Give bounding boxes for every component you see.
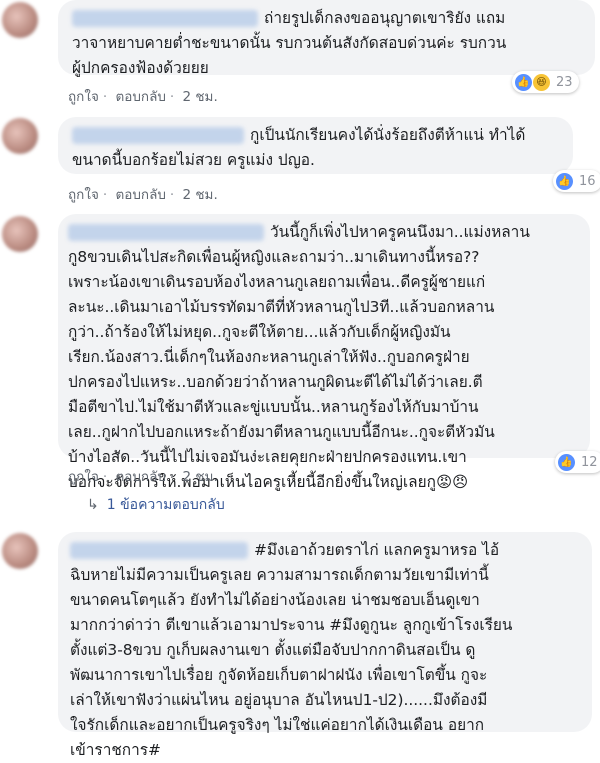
like-icon: 👍 bbox=[556, 172, 573, 190]
reaction-count: 12 bbox=[581, 454, 598, 470]
comment-time[interactable]: 2 ชม. bbox=[183, 469, 218, 485]
reaction-summary[interactable]: 👍 12 bbox=[555, 451, 600, 473]
like-button[interactable]: ถูกใจ bbox=[68, 89, 99, 105]
commenter-name[interactable] bbox=[68, 224, 264, 241]
reaction-count: 23 bbox=[556, 74, 573, 90]
comment-bubble: วันนี้กูก็เพิ่งไปหาครูคนนึงมา..แม่งหลาน … bbox=[58, 214, 590, 491]
comment-bubble: ถ่ายรูปเด็กลงขออนุญาตเขาริยัง แถม วาจาหย… bbox=[58, 0, 595, 77]
reply-button[interactable]: ตอบกลับ bbox=[115, 187, 165, 203]
comment-line: กูว่า..ถ้าร้องให้ไม่หยุด..กูจะตีให้ตาย..… bbox=[68, 323, 451, 341]
reaction-count: 16 bbox=[579, 173, 596, 189]
view-replies-label: 1 ข้อความตอบกลับ bbox=[106, 497, 225, 513]
reaction-summary[interactable]: 👍 16 bbox=[553, 170, 600, 192]
comment-line: #มึงเอาถ้วยตราไก่ แลกครูมาหรอ ไอ้ bbox=[70, 538, 580, 563]
comment-line: ฉิบหายไม่มีความเป็นครูเลย ความสามารถเด็ก… bbox=[70, 566, 489, 584]
comment-line: ตั้งแต่3-8ขวบ กูเก็บผลงานเขา ตั้งแต่มือจ… bbox=[70, 641, 476, 659]
comment-line: เรียก.น้องสาว.นี่เด็กๆในห้องกะหลานกูเล่า… bbox=[68, 348, 470, 366]
commenter-avatar[interactable] bbox=[2, 533, 38, 569]
comment-line: ปกครองไปแหระ..บอกด้วยว่าถ้าหลานกูผิดนะตี… bbox=[68, 373, 483, 391]
comment-bubble: กูเป็นนักเรียนคงได้นั่งร้อยถึงตีห้าแน่ ท… bbox=[58, 117, 573, 174]
comment-line: วันนี้กูก็เพิ่งไปหาครูคนนึงมา..แม่งหลาน bbox=[68, 220, 578, 245]
like-button[interactable]: ถูกใจ bbox=[68, 469, 99, 485]
comment-line: กู8ขวบเดินไปสะกิดเพื่อนผู้หญิงและถามว่า.… bbox=[68, 248, 480, 266]
comment-line: เพราะน้องเขาเดินรอบห้องไงหลานกูเลยถามเพื… bbox=[68, 273, 486, 291]
comment-time[interactable]: 2 ชม. bbox=[183, 89, 218, 105]
commenter-avatar[interactable] bbox=[2, 2, 38, 38]
comment-line: ใจรักเด็กและอยากเป็นครูจริงๆ ไม่ใช่แค่อย… bbox=[70, 716, 485, 734]
comment-actions: ถูกใจ · ตอบกลับ · 2 ชม. bbox=[68, 469, 218, 485]
commenter-name[interactable] bbox=[72, 127, 244, 144]
comment-actions: ถูกใจ · ตอบกลับ · 2 ชม. bbox=[68, 187, 218, 203]
comment-line: ถ่ายรูปเด็กลงขออนุญาตเขาริยัง แถม bbox=[72, 6, 583, 31]
comment-line: กูเป็นนักเรียนคงได้นั่งร้อยถึงตีห้าแน่ ท… bbox=[72, 123, 561, 148]
like-button[interactable]: ถูกใจ bbox=[68, 187, 99, 203]
comment-line: ละนะ..เดินมาเอาไม้บรรทัดมาตีที่หัวหลานกู… bbox=[68, 298, 495, 316]
reply-button[interactable]: ตอบกลับ bbox=[115, 469, 165, 485]
comment-line: มือตีขาไป.ไม่ใช้มาตีหัวและขู่แบบนั้น..หล… bbox=[68, 398, 479, 416]
comment-line: เลย..กูฝากไปบอกแหระถ้ายังมาตีหลานกูแบบนี… bbox=[68, 423, 495, 441]
comment-bubble: #มึงเอาถ้วยตราไก่ แลกครูมาหรอ ไอ้ ฉิบหาย… bbox=[58, 532, 592, 759]
comment-line: วาจาหยาบคายต่ำชะขนาดนั้น รบกวนต้นสังกัดส… bbox=[72, 34, 507, 52]
comment-line: เล่าให้เขาฟังว่าแผ่นไหน อยู่อนุบาล อันไห… bbox=[70, 691, 488, 709]
comment-line: มากกว่าด่าว่า ตีเขาแล้วเอามาประจาน #มึงด… bbox=[70, 616, 513, 634]
commenter-name[interactable] bbox=[70, 542, 248, 559]
commenter-avatar[interactable] bbox=[2, 118, 38, 154]
haha-icon: 😆 bbox=[533, 73, 550, 91]
comment-line: ขนาดคนโตๆแล้ว ยังทำไม่ได้อย่างน้องเลย น่… bbox=[70, 591, 480, 609]
like-icon: 👍 bbox=[515, 73, 532, 91]
comment-line: พัฒนาการเขาไปเรื่อย กูจัดห้อยเก็บตาฝาฝนั… bbox=[70, 666, 488, 684]
comment-actions: ถูกใจ · ตอบกลับ · 2 ชม. bbox=[68, 89, 218, 105]
reply-arrow-icon: ↳ bbox=[87, 497, 99, 513]
reaction-summary[interactable]: 👍 😆 23 bbox=[512, 71, 579, 93]
commenter-name[interactable] bbox=[72, 10, 258, 27]
comment-line: เข้าราชการ# bbox=[70, 741, 161, 759]
comment-time[interactable]: 2 ชม. bbox=[183, 187, 218, 203]
view-replies-link[interactable]: ↳ 1 ข้อความตอบกลับ bbox=[87, 494, 225, 516]
reply-button[interactable]: ตอบกลับ bbox=[115, 89, 165, 105]
comment-line: ขนาดนี้บอกร้อยไม่สวย ครูแม่ง ปญอ. bbox=[72, 151, 315, 169]
like-icon: 👍 bbox=[558, 453, 575, 471]
commenter-avatar[interactable] bbox=[2, 216, 38, 252]
comment-line: ผู้ปกครองฟ้องด้วยยย bbox=[72, 59, 209, 77]
